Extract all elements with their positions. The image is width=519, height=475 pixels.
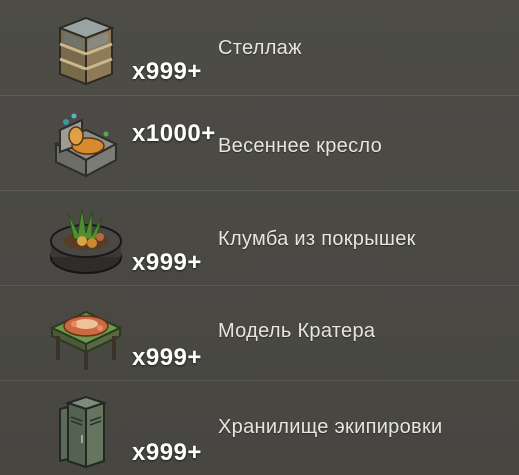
list-item[interactable]: x999+ Модель Кратера: [0, 285, 519, 380]
item-name: Хранилище экипировки: [218, 416, 443, 438]
list-item[interactable]: x999+ Хранилище экипировки: [0, 380, 519, 475]
item-quantity: x999+: [132, 58, 202, 85]
item-name: Модель Кратера: [218, 320, 376, 342]
item-list: x999+ Стеллаж x1000+ Весеннее кресло x99…: [0, 0, 519, 475]
tire-flowerbed-icon: [50, 208, 122, 274]
item-quantity: x999+: [132, 249, 202, 276]
list-item[interactable]: x999+ Клумба из покрышек: [0, 190, 519, 285]
equipment-locker-icon: [59, 395, 108, 469]
item-name: Стеллаж: [218, 37, 302, 59]
item-quantity: x1000+: [132, 120, 216, 147]
item-quantity: x999+: [132, 344, 202, 371]
crater-model-icon: [49, 310, 123, 370]
item-name: Весеннее кресло: [218, 135, 382, 157]
item-name: Клумба из покрышек: [218, 228, 416, 250]
spring-armchair-icon: [53, 113, 119, 178]
list-item[interactable]: x999+ Стеллаж: [0, 0, 519, 95]
shelving-icon: [57, 16, 115, 86]
list-item[interactable]: x1000+ Весеннее кресло: [0, 95, 519, 190]
item-quantity: x999+: [132, 439, 202, 466]
